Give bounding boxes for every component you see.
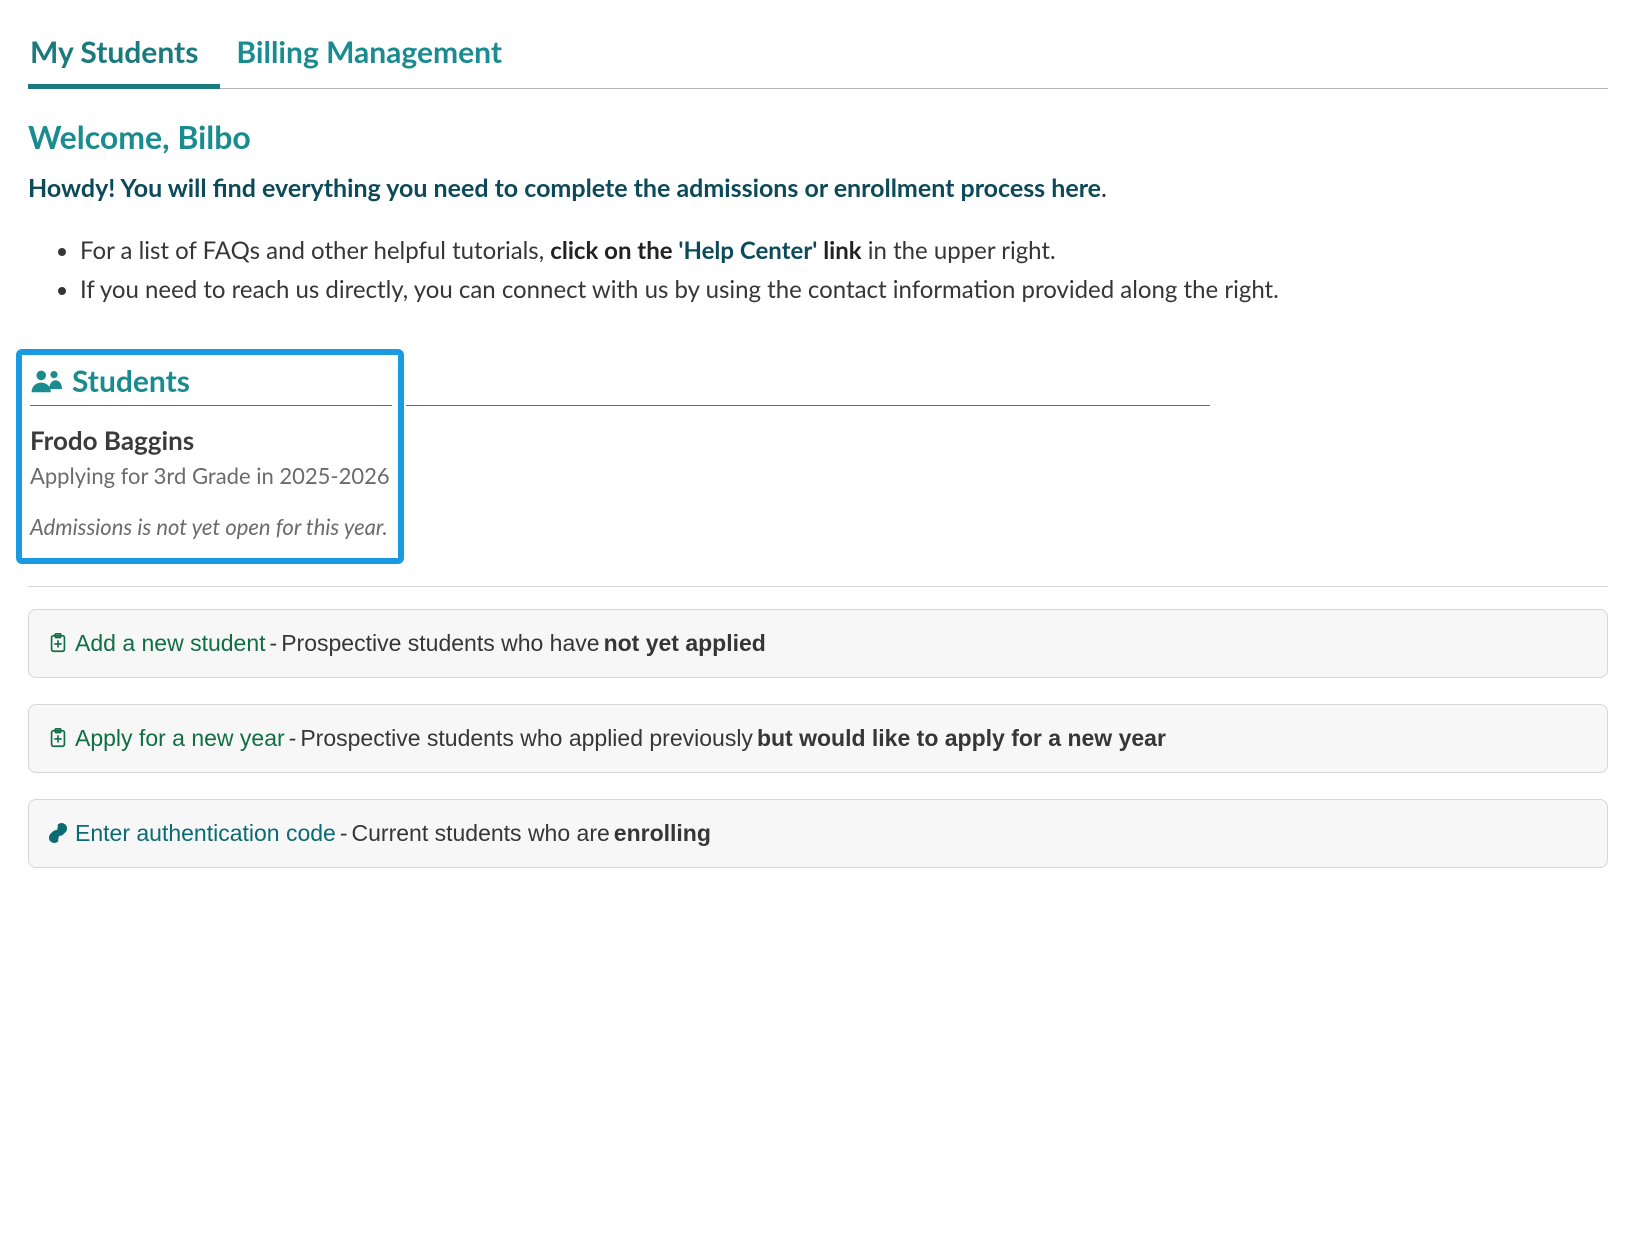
add-text: Prospective students who have	[281, 630, 599, 657]
student-meta: Applying for 3rd Grade in 2025-2026	[30, 462, 392, 489]
apply-bold: but would like to apply for a new year	[757, 725, 1166, 752]
students-title: Students	[72, 363, 190, 399]
intro-bold: Howdy! You will find everything you need…	[28, 173, 1101, 203]
tip-faq-post: in the upper right.	[862, 236, 1056, 265]
add-bold: not yet applied	[604, 630, 766, 657]
enter-auth-code-button[interactable]: Enter authentication code - Current stud…	[28, 799, 1608, 868]
link-icon	[47, 822, 69, 844]
students-header: Students	[30, 363, 392, 406]
tips-list: For a list of FAQs and other helpful tut…	[80, 232, 1608, 308]
clipboard-plus-icon	[47, 727, 69, 749]
auth-bold: enrolling	[614, 820, 711, 847]
tip-faq-click: click on the	[550, 236, 678, 265]
apply-year-link: Apply for a new year	[75, 725, 285, 752]
add-sep: -	[270, 630, 278, 657]
tabs-bar: My Students Billing Management	[28, 20, 1608, 89]
tip-contact: If you need to reach us directly, you ca…	[80, 271, 1608, 308]
tip-faq-link: link	[817, 236, 861, 265]
student-status: Admissions is not yet open for this year…	[30, 513, 392, 540]
auth-code-link: Enter authentication code	[75, 820, 336, 847]
tip-faq-help: 'Help Center'	[678, 236, 817, 265]
tip-faq: For a list of FAQs and other helpful tut…	[80, 232, 1608, 269]
auth-text: Current students who are	[352, 820, 610, 847]
students-highlight: Students Frodo Baggins Applying for 3rd …	[16, 349, 404, 564]
auth-sep: -	[340, 820, 348, 847]
student-name: Frodo Baggins	[30, 424, 392, 456]
tip-faq-pre: For a list of FAQs and other helpful tut…	[80, 236, 550, 265]
add-student-link: Add a new student	[75, 630, 266, 657]
apply-text: Prospective students who applied previou…	[300, 725, 753, 752]
users-icon	[30, 368, 62, 394]
intro-text: Howdy! You will find everything you need…	[28, 170, 1608, 206]
tab-billing-management[interactable]: Billing Management	[234, 20, 524, 88]
add-new-student-button[interactable]: Add a new student - Prospective students…	[28, 609, 1608, 678]
divider	[28, 586, 1608, 587]
tab-my-students[interactable]: My Students	[28, 20, 220, 88]
apply-sep: -	[289, 725, 297, 752]
clipboard-plus-icon	[47, 632, 69, 654]
apply-new-year-button[interactable]: Apply for a new year - Prospective stude…	[28, 704, 1608, 773]
welcome-heading: Welcome, Bilbo	[28, 117, 1608, 156]
